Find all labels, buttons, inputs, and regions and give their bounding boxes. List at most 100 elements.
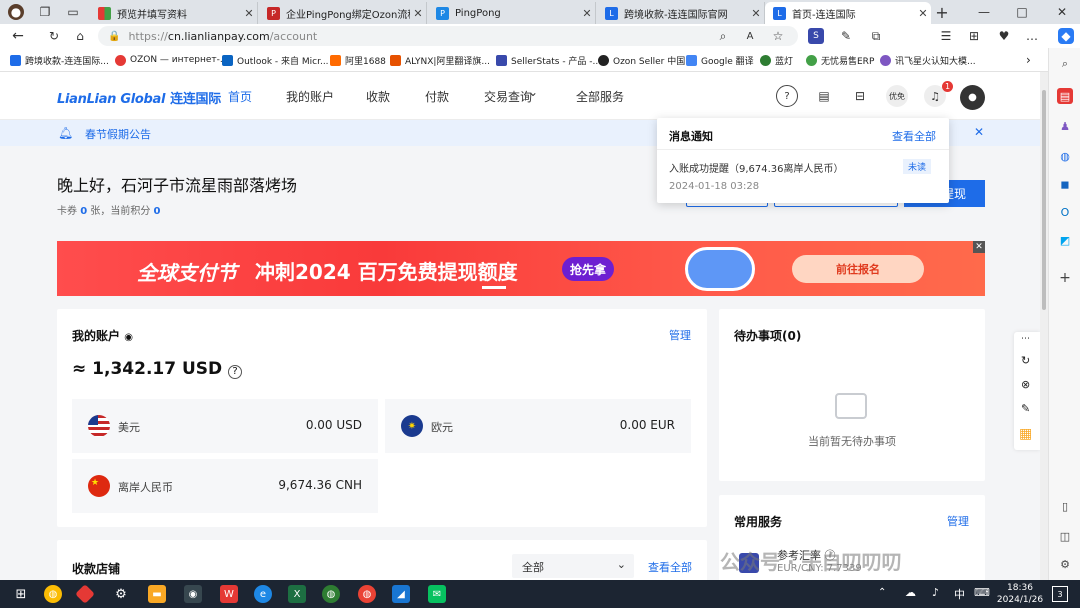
coupons-value[interactable]: 0 <box>80 206 87 217</box>
clock[interactable]: 18:36 2024/1/26 <box>995 582 1045 606</box>
more-menu-icon[interactable]: … <box>1024 28 1040 44</box>
notification-view-all[interactable]: 查看全部 <box>892 128 936 144</box>
notification-item-text[interactable]: 入账成功提醒（9,674.36离岸人民币） <box>669 160 844 175</box>
search-icon[interactable]: ⌕ <box>1057 56 1073 72</box>
shopping-icon[interactable]: ▤ <box>1057 88 1073 104</box>
site-logo[interactable]: LianLian Global 连连国际 <box>57 88 221 107</box>
close-announcement-icon[interactable]: ✕ <box>974 125 984 139</box>
currency-card-cnh[interactable]: ★ 离岸人民币 9,674.36 CNH <box>72 459 378 513</box>
tab-actions-icon[interactable]: ▭ <box>65 4 81 20</box>
edge-dev-icon[interactable]: ◍ <box>322 585 340 603</box>
avatar-icon[interactable]: ● <box>960 85 985 110</box>
close-window-icon[interactable]: ✕ <box>1054 4 1070 20</box>
more-dots-icon[interactable]: ⋯ <box>1021 334 1030 344</box>
tab-close-icon[interactable]: ✕ <box>241 7 257 20</box>
outlook-icon[interactable]: O <box>1057 204 1073 220</box>
collections-icon[interactable]: ⊞ <box>966 28 982 44</box>
edge-icon[interactable]: e <box>254 585 272 603</box>
bookmark-item[interactable]: 讯飞星火认知大模... <box>880 52 976 68</box>
services-manage-link[interactable]: 管理 <box>947 513 969 529</box>
banner-cta-button[interactable]: 前往报名 <box>792 255 924 283</box>
edit-icon[interactable]: ✎ <box>1021 402 1030 415</box>
nav-all-services[interactable]: 全部服务 <box>576 88 624 105</box>
windows-start-icon[interactable]: ⊞ <box>12 585 30 603</box>
bookmark-item[interactable]: 跨境收款-连连国际... <box>10 52 109 68</box>
points-value[interactable]: 0 <box>154 206 161 217</box>
promo-banner[interactable]: 全球支付节 冲刺2024 百万免费提现额度 抢先拿 前往报名 ✕ <box>57 241 985 296</box>
workspaces-icon[interactable]: ❐ <box>37 4 53 20</box>
new-tab-button[interactable]: + <box>934 3 950 22</box>
add-sidebar-app-icon[interactable]: + <box>1057 270 1073 286</box>
tab-3[interactable]: L 跨境收款-连连国际官网 ✕ <box>597 2 765 24</box>
tab-close-icon[interactable]: ✕ <box>410 7 426 20</box>
chevron-down-icon[interactable]: ⌄ <box>528 85 538 99</box>
scrollbar-thumb[interactable] <box>1042 90 1046 310</box>
stores-view-all-link[interactable]: 查看全部 <box>648 559 692 575</box>
maximize-icon[interactable]: □ <box>1014 4 1030 20</box>
wechat-icon[interactable]: ✉ <box>428 585 446 603</box>
tab-close-icon[interactable]: ✕ <box>748 7 764 20</box>
help-icon[interactable]: ? <box>776 85 798 107</box>
pen-extension-icon[interactable]: ✎ <box>838 28 854 44</box>
tray-chevron-icon[interactable]: ⌃ <box>878 587 886 598</box>
page-scrollbar[interactable] <box>1040 72 1048 580</box>
carousel-indicator[interactable] <box>482 286 506 289</box>
coupon-icon[interactable]: 优免 <box>886 85 908 107</box>
store-icon[interactable]: ◢ <box>392 585 410 603</box>
minimize-icon[interactable]: — <box>976 4 992 20</box>
bookmark-item[interactable]: Outlook - 来自 Micr... <box>222 52 329 68</box>
bookmark-item[interactable]: Google 翻译 <box>686 52 754 68</box>
nav-my-account[interactable]: 我的账户 <box>286 88 334 105</box>
cloud-icon[interactable]: ☁ <box>905 586 916 599</box>
help-icon[interactable]: ? <box>228 365 243 379</box>
zoom-icon[interactable]: ⌕ <box>715 28 731 44</box>
sidebar-settings-icon[interactable]: ⚙ <box>1057 556 1073 572</box>
currency-card-usd[interactable]: 美元 0.00 USD <box>72 399 378 453</box>
bookmark-item[interactable]: SellerStats - 产品 -... <box>496 52 601 68</box>
app-icon[interactable]: ◉ <box>184 585 202 603</box>
sidebar-toggle-icon[interactable]: ◫ <box>1057 528 1073 544</box>
tab-close-icon[interactable]: ✕ <box>579 7 595 20</box>
favorites-icon[interactable]: ☰ <box>938 28 954 44</box>
ime-icon[interactable]: ⌨ <box>974 586 990 599</box>
notification-center-icon[interactable]: 3 <box>1052 586 1068 602</box>
bookmark-item[interactable]: ALYNX|阿里翻译旗... <box>390 52 490 68</box>
card-icon[interactable]: ▤ <box>813 85 835 107</box>
back-icon[interactable]: ← <box>10 28 26 44</box>
performance-icon[interactable]: ♥ <box>996 28 1012 44</box>
excel-icon[interactable]: X <box>288 585 306 603</box>
address-bar[interactable]: 🔒 https:// cn.lianlianpay.com /account <box>98 26 798 46</box>
sellerstats-extension-icon[interactable]: S <box>808 28 824 44</box>
bookmark-item[interactable]: OZON — интернет-... <box>115 52 229 68</box>
tools-icon[interactable]: ♟ <box>1057 118 1073 134</box>
announcement-link[interactable]: 春节假期公告 <box>85 126 151 142</box>
tab-0[interactable]: 预览并填写资料 ✕ <box>90 2 258 24</box>
profile-avatar[interactable]: ● <box>8 4 24 20</box>
nav-home[interactable]: 首页 <box>228 88 252 105</box>
copilot-icon[interactable]: ◆ <box>1058 28 1074 44</box>
bookmark-item[interactable]: Ozon Seller 中国 <box>598 52 685 68</box>
bookmark-item[interactable]: 蓝灯 <box>760 52 793 68</box>
favorite-star-icon[interactable]: ☆ <box>770 28 786 44</box>
tab-2[interactable]: P PingPong ✕ <box>428 2 596 24</box>
translate-icon[interactable]: ⊗ <box>1021 378 1030 391</box>
refresh-icon[interactable]: ↻ <box>1021 354 1030 367</box>
drop-icon[interactable]: ◩ <box>1057 232 1073 248</box>
nav-pay[interactable]: 付款 <box>425 88 449 105</box>
bookmark-item[interactable]: 无忧易售ERP <box>806 52 874 68</box>
wps-icon[interactable]: W <box>220 585 238 603</box>
chrome-icon[interactable]: ◍ <box>44 585 62 603</box>
stores-filter-select[interactable]: 全部 ⌄ <box>512 554 634 578</box>
reload-icon[interactable]: ↻ <box>46 28 62 44</box>
games-icon[interactable]: ◍ <box>1057 148 1073 164</box>
file-explorer-icon[interactable]: ▬ <box>148 585 166 603</box>
gift-icon[interactable]: ⊟ <box>849 85 871 107</box>
microsoft365-icon[interactable]: ◼ <box>1057 176 1073 192</box>
account-manage-link[interactable]: 管理 <box>669 327 691 343</box>
bookmarks-overflow-icon[interactable]: › <box>1026 52 1031 68</box>
close-banner-icon[interactable]: ✕ <box>973 241 985 253</box>
nav-transactions[interactable]: 交易查询 <box>484 88 532 105</box>
nav-receive[interactable]: 收款 <box>366 88 390 105</box>
speaker-icon[interactable]: ♪ <box>932 586 939 599</box>
bookmark-item[interactable]: 阿里1688 <box>330 52 386 68</box>
